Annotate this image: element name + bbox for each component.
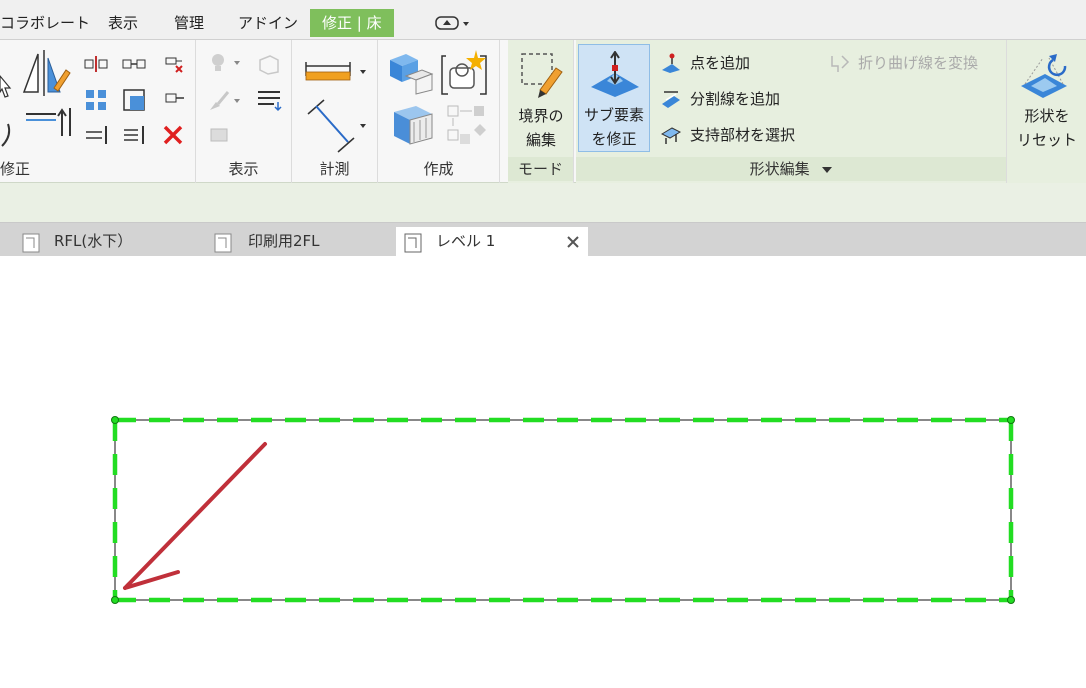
floor-boundary[interactable] [112,417,1014,603]
trim-icon[interactable] [0,122,12,148]
light-bulb-icon[interactable] [208,52,242,74]
delete-icon[interactable] [162,124,184,146]
tab-collaborate[interactable]: コラボレート [0,10,90,36]
tab-manage[interactable]: 管理 [174,10,204,36]
close-icon[interactable] [566,235,580,249]
tab-view[interactable]: 表示 [108,10,138,36]
panel-reset-shape: 形状を リセット [1006,40,1086,183]
add-split-line-icon [662,91,680,108]
mirror-pick-axis-icon[interactable] [20,48,72,98]
array-icon[interactable] [84,88,108,112]
pin-icon[interactable] [162,88,186,110]
vertex-top-right[interactable] [1007,416,1015,424]
view-tab-bar: RFL(水下） 印刷用2FL レベル 1 [0,223,1086,256]
modify-sub-elements-button[interactable]: サブ要素 を修正 [578,44,650,152]
ribbon-display-toggle-icon[interactable] [434,14,474,32]
panel-label-shape-edit[interactable]: 形状編集 [576,157,1006,181]
vertex-top-left[interactable] [111,416,119,424]
reset-shape-button[interactable]: 形状を リセット [1007,104,1086,152]
annotation-arrow-icon [123,442,267,590]
add-point-icon [662,53,680,73]
drawing-canvas[interactable] [0,256,1086,684]
align-icon[interactable] [84,54,108,74]
linework-icon[interactable] [256,88,284,112]
move-icon[interactable] [122,54,146,74]
split-gap-icon[interactable] [122,124,148,146]
tab-modify-floor[interactable]: 修正 | 床 [310,9,394,37]
tab-addins[interactable]: アドイン [238,10,298,36]
view-tab-rfl[interactable]: RFL(水下） [16,227,196,256]
add-point-button[interactable]: 点を追加 [690,50,750,76]
create-parts-icon[interactable] [388,52,436,96]
pick-supports-button[interactable]: 支持部材を選択 [690,122,795,148]
measure-ruler-icon[interactable] [304,54,368,84]
reset-shape-icon[interactable] [1019,48,1071,100]
floor-plan-view-icon [404,233,422,253]
cube-outline-icon[interactable] [256,52,282,76]
panel-label-mode: モード [508,157,573,181]
pick-supports-icon [660,127,682,144]
panel-measure: 計測 [292,40,378,183]
modify-sub-elements-icon [591,51,639,97]
create-similar-icon[interactable] [446,104,490,148]
vertex-bottom-right[interactable] [1007,596,1015,604]
panel-shape-edit: サブ要素 を修正 点を追加 分割線を追加 支持部材を選択 折り曲げ線を変換 形状… [576,40,1006,183]
panel-mode: 境界の 編集 モード [508,40,574,183]
view-tab-label: 印刷用2FL [248,232,320,250]
view-tab-label: レベル 1 [436,232,496,250]
offset-icon[interactable] [22,102,74,138]
edit-boundary-icon[interactable] [518,50,564,100]
floor-outline [114,419,1012,601]
ribbon: 修正 表示 計測 作成 境界の 編集 モード サブ要素 を修正 点を追加 分割線… [0,40,1086,183]
vertex-bottom-left[interactable] [111,596,119,604]
ribbon-tab-bar: コラボレート 表示 管理 アドイン 修正 | 床 [0,0,1086,40]
add-split-line-button[interactable]: 分割線を追加 [690,86,780,112]
panel-create: 作成 [378,40,500,183]
panel-label-measure: 計測 [319,160,350,178]
floor-plan-view-icon [214,233,232,253]
aligned-dimension-icon[interactable] [304,98,368,154]
modify-sub-elements-label: サブ要素 を修正 [583,106,644,148]
cut-profile-icon[interactable] [208,124,234,146]
panel-label-modify: 修正 [0,160,31,178]
unpin-icon[interactable] [162,52,186,74]
floor-sketch [111,416,1015,604]
scale-icon[interactable] [122,88,146,112]
panel-modify: 修正 [0,40,196,183]
split-element-icon[interactable] [84,124,110,146]
paint-brush-icon[interactable] [208,88,242,112]
view-tab-level-1[interactable]: レベル 1 [396,227,588,256]
draw-fold-line-icon [831,55,850,72]
create-assembly-icon[interactable] [388,102,438,150]
draw-fold-line-button[interactable]: 折り曲げ線を変換 [858,50,978,76]
edit-boundary-button[interactable]: 境界の 編集 [508,104,574,152]
panel-label-create: 作成 [423,160,454,178]
panel-view: 表示 [196,40,292,183]
cursor-icon[interactable] [0,72,14,98]
view-tab-print-2fl[interactable]: 印刷用2FL [208,227,396,256]
panel-label-view: 表示 [228,160,259,178]
chevron-down-icon [822,166,833,173]
view-tab-label: RFL(水下） [54,232,133,250]
floor-plan-view-icon [22,233,40,253]
options-bar [0,183,1086,223]
panel-label-shape-edit-text: 形状編集 [749,160,810,178]
create-group-icon[interactable] [440,48,490,98]
